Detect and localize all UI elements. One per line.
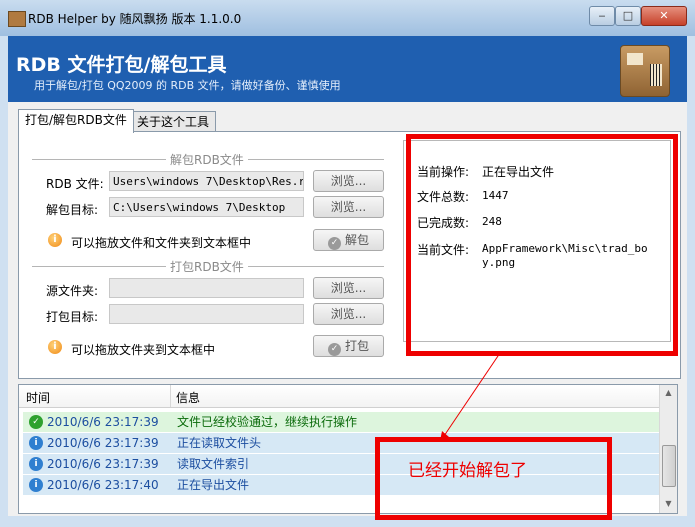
package-box-icon: [620, 45, 670, 97]
log-message: 文件已经校验通过，继续执行操作: [177, 415, 358, 429]
pack-button-label: 打包: [344, 339, 369, 353]
check-icon: ✓: [327, 343, 341, 356]
log-scrollbar[interactable]: ▲ ▼: [659, 385, 677, 513]
scroll-up-icon[interactable]: ▲: [662, 386, 675, 400]
pack-target-label: 打包目标:: [46, 310, 99, 324]
unpack-hint: 可以拖放文件和文件夹到文本框中: [71, 236, 252, 250]
pack-target-input[interactable]: [109, 304, 304, 324]
log-row[interactable]: ✓ 2010/6/6 23:17:39 文件已经校验通过，继续执行操作: [23, 412, 659, 432]
browse-pack-target-button[interactable]: 浏览...: [313, 303, 384, 325]
rdb-file-input[interactable]: Users\windows 7\Desktop\Res.rdb: [109, 171, 304, 191]
maximize-button[interactable]: □: [615, 6, 641, 26]
log-time: 2010/6/6 23:17:39: [47, 457, 159, 471]
close-button[interactable]: ✕: [641, 6, 687, 26]
log-time: 2010/6/6 23:17:40: [47, 478, 159, 492]
unpack-section-title: 解包RDB文件: [166, 151, 248, 168]
app-window: RDB Helper by 随风飘扬 版本 1.1.0.0 ‒ □ ✕ RDB …: [0, 0, 695, 527]
log-time: 2010/6/6 23:17:39: [47, 436, 159, 450]
source-folder-label: 源文件夹:: [46, 284, 99, 298]
annotation-highlight-status: [406, 134, 678, 356]
source-folder-input[interactable]: [109, 278, 304, 298]
unpack-target-label: 解包目标:: [46, 203, 99, 217]
rdb-file-label: RDB 文件:: [46, 177, 104, 191]
pack-button[interactable]: ✓ 打包: [313, 335, 384, 357]
log-header: 时间 信息: [19, 385, 659, 408]
log-time: 2010/6/6 23:17:39: [47, 415, 159, 429]
unpack-target-input[interactable]: C:\Users\windows 7\Desktop: [109, 197, 304, 217]
log-message: 读取文件索引: [177, 457, 250, 471]
info-icon: i: [29, 457, 43, 471]
annotation-text: 已经开始解包了: [408, 461, 527, 481]
success-icon: ✓: [29, 415, 43, 429]
unpack-button-label: 解包: [344, 233, 369, 247]
log-message: 正在导出文件: [177, 478, 250, 492]
browse-unpack-target-button[interactable]: 浏览...: [313, 196, 384, 218]
title-bar: RDB Helper by 随风飘扬 版本 1.1.0.0 ‒ □ ✕: [0, 0, 695, 36]
scroll-down-icon[interactable]: ▼: [662, 497, 675, 511]
minimize-button[interactable]: ‒: [589, 6, 615, 26]
log-message: 正在读取文件头: [177, 436, 262, 450]
column-info[interactable]: 信息: [176, 389, 200, 406]
scroll-thumb[interactable]: [662, 445, 676, 487]
column-time[interactable]: 时间: [26, 389, 50, 406]
window-title: RDB Helper by 随风飘扬 版本 1.1.0.0: [28, 12, 242, 26]
header-subtitle: 用于解包/打包 QQ2009 的 RDB 文件，请做好备份、谨慎使用: [34, 79, 341, 92]
hint-icon: i: [48, 233, 62, 247]
info-icon: i: [29, 436, 43, 450]
info-icon: i: [29, 478, 43, 492]
app-icon: [8, 11, 26, 27]
tab-about[interactable]: 关于这个工具: [130, 111, 217, 132]
check-icon: ✓: [327, 237, 341, 250]
app-header: RDB 文件打包/解包工具 用于解包/打包 QQ2009 的 RDB 文件，请做…: [8, 36, 687, 102]
tab-pack-unpack[interactable]: 打包/解包RDB文件: [18, 109, 134, 133]
pack-hint: 可以拖放文件夹到文本框中: [71, 343, 216, 357]
header-title: RDB 文件打包/解包工具: [16, 54, 227, 76]
hint-icon: i: [48, 340, 62, 354]
pack-section-title: 打包RDB文件: [166, 258, 248, 275]
unpack-button[interactable]: ✓ 解包: [313, 229, 384, 251]
browse-rdb-button[interactable]: 浏览...: [313, 170, 384, 192]
browse-source-button[interactable]: 浏览...: [313, 277, 384, 299]
